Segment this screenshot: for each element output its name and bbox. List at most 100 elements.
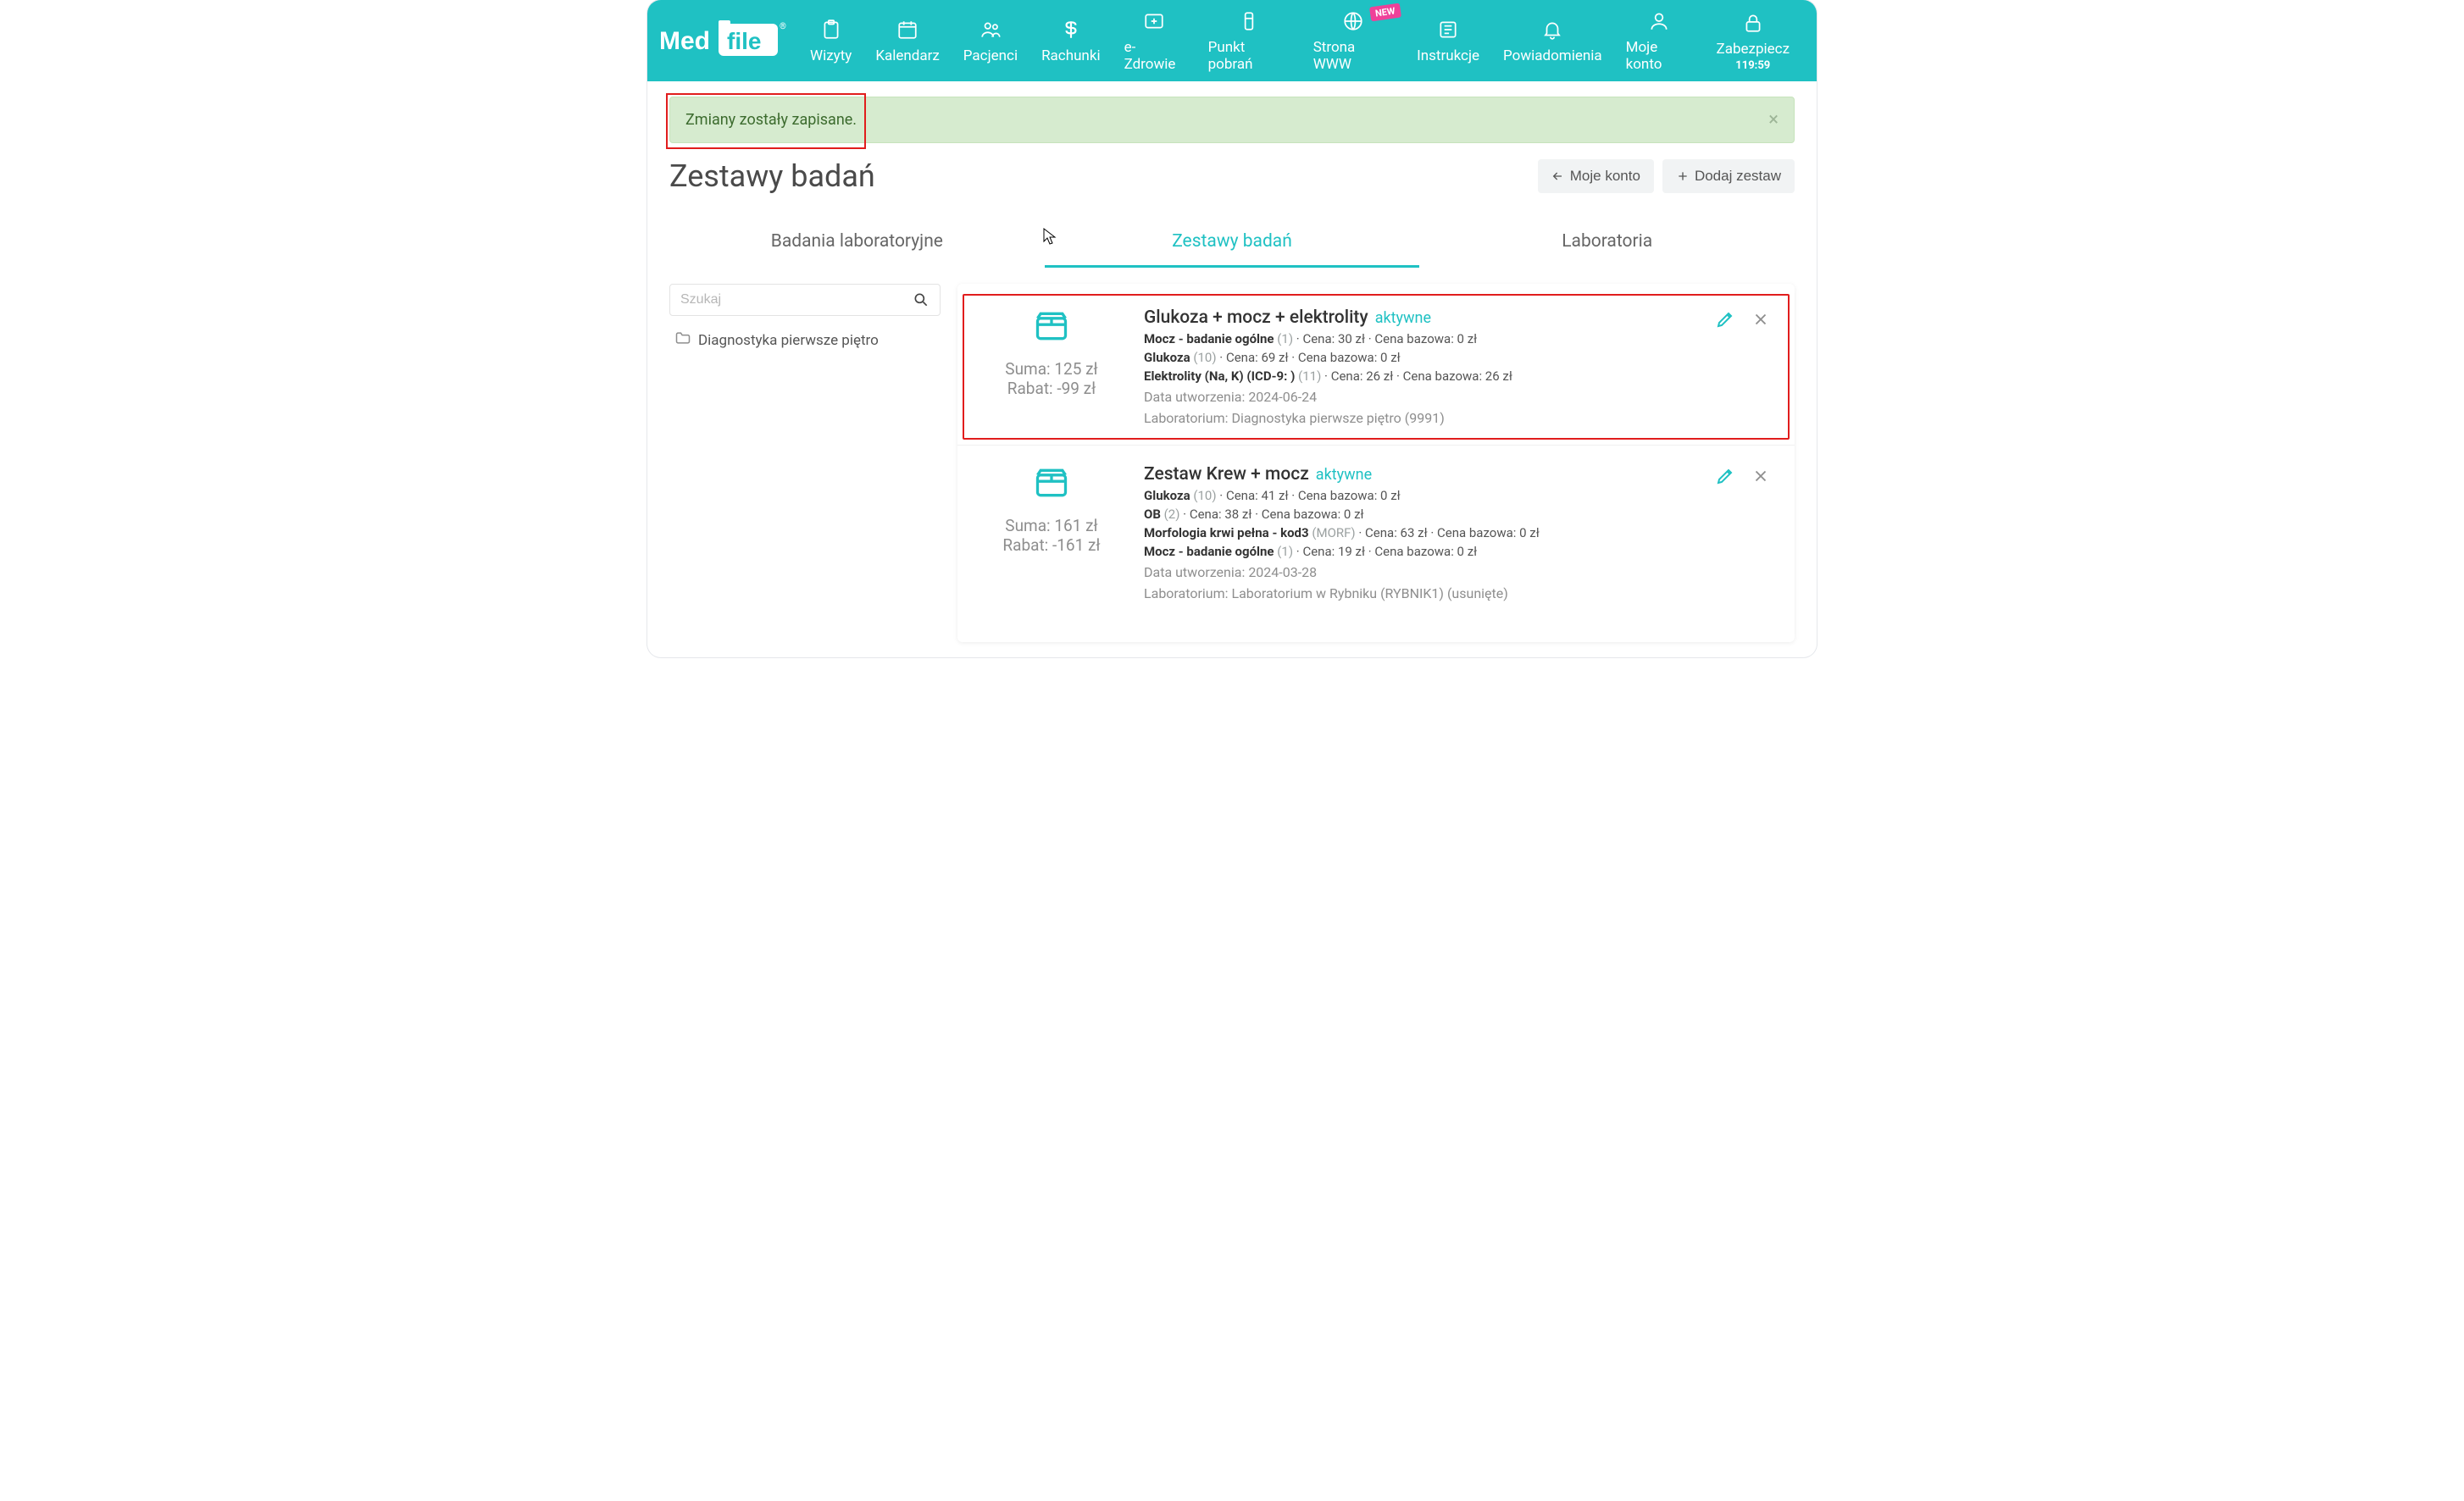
back-button-label: Moje konto bbox=[1570, 168, 1640, 185]
item-base: Cena bazowa: 0 zł bbox=[1262, 507, 1364, 522]
nav-ezdrowie[interactable]: e-Zdrowie bbox=[1113, 0, 1196, 81]
search-input[interactable] bbox=[680, 292, 913, 307]
item-base: Cena bazowa: 0 zł bbox=[1298, 350, 1401, 365]
set-discount: Rabat: -161 zł bbox=[1002, 535, 1100, 555]
item-price: Cena: 41 zł bbox=[1226, 488, 1289, 503]
user-icon bbox=[1646, 8, 1672, 34]
item-name: Elektrolity (Na, K) (ICD-9: ) bbox=[1144, 368, 1295, 384]
lab-value: Laboratorium w Rybniku (RYBNIK1) (usunię… bbox=[1231, 585, 1507, 601]
search-box[interactable] bbox=[669, 284, 941, 316]
tab-badania-laboratoryjne[interactable]: Badania laboratoryjne bbox=[669, 218, 1045, 268]
created-value: 2024-03-28 bbox=[1248, 564, 1317, 580]
set-card: Suma: 161 zł Rabat: -161 zł Zestaw Krew … bbox=[957, 445, 1795, 620]
item-code: (10) bbox=[1193, 350, 1216, 365]
nav-label: Moje konto bbox=[1626, 39, 1693, 73]
nav-label: Kalendarz bbox=[875, 47, 939, 64]
edit-button[interactable] bbox=[1713, 464, 1737, 488]
item-name: OB bbox=[1144, 507, 1161, 522]
tab-zestawy-badan[interactable]: Zestawy badań bbox=[1045, 218, 1420, 268]
delete-button[interactable] bbox=[1749, 464, 1773, 488]
reply-arrow-icon bbox=[1551, 169, 1565, 183]
nav-moje-konto[interactable]: Moje konto bbox=[1614, 0, 1705, 81]
health-card-icon bbox=[1141, 8, 1167, 34]
created-label: Data utworzenia: bbox=[1144, 564, 1245, 580]
close-icon bbox=[1751, 467, 1770, 485]
top-navbar: Med file ® Wizyty Kalendarz bbox=[647, 0, 1817, 81]
item-base: Cena bazowa: 26 zł bbox=[1403, 368, 1512, 384]
nav-strona-www[interactable]: NEW Strona WWW bbox=[1301, 0, 1405, 81]
new-badge: NEW bbox=[1369, 3, 1401, 22]
alert-close-icon[interactable]: × bbox=[1768, 109, 1779, 130]
set-discount: Rabat: -99 zł bbox=[1007, 379, 1096, 398]
logo[interactable]: Med file ® bbox=[654, 0, 798, 81]
item-base: Cena bazowa: 0 zł bbox=[1298, 488, 1401, 503]
item-price: Cena: 30 zł bbox=[1302, 331, 1365, 346]
folder-icon bbox=[674, 330, 691, 351]
item-name: Glukoza bbox=[1144, 350, 1190, 365]
set-title: Glukoza + mocz + elektrolity bbox=[1144, 307, 1368, 328]
item-base: Cena bazowa: 0 zł bbox=[1374, 544, 1477, 559]
nav-rachunki[interactable]: Rachunki bbox=[1029, 0, 1113, 81]
nav-label: Rachunki bbox=[1041, 47, 1101, 64]
plus-icon bbox=[1676, 169, 1690, 183]
item-code: (1) bbox=[1277, 331, 1293, 346]
item-price: Cena: 63 zł bbox=[1365, 525, 1428, 540]
item-price: Cena: 69 zł bbox=[1226, 350, 1289, 365]
lab-label: Laboratorium: bbox=[1144, 410, 1228, 426]
nav-pacjenci[interactable]: Pacjenci bbox=[952, 0, 1029, 81]
item-code: (11) bbox=[1298, 368, 1321, 384]
nav-label: Zabezpiecz bbox=[1717, 41, 1790, 58]
lock-icon bbox=[1740, 10, 1766, 36]
item-price: Cena: 19 zł bbox=[1302, 544, 1365, 559]
nav-zabezpiecz[interactable]: Zabezpiecz 119:59 bbox=[1705, 0, 1801, 81]
created-label: Data utworzenia: bbox=[1144, 389, 1245, 405]
pencil-icon bbox=[1715, 309, 1735, 330]
nav-wizyty[interactable]: Wizyty bbox=[798, 0, 863, 81]
tab-laboratoria[interactable]: Laboratoria bbox=[1419, 218, 1795, 268]
edit-button[interactable] bbox=[1713, 307, 1737, 331]
back-button[interactable]: Moje konto bbox=[1538, 159, 1654, 193]
alert-text: Zmiany zostały zapisane. bbox=[685, 111, 857, 129]
set-sum: Suma: 161 zł bbox=[1005, 516, 1097, 535]
item-code: (1) bbox=[1277, 544, 1293, 559]
item-base: Cena bazowa: 0 zł bbox=[1374, 331, 1477, 346]
globe-icon bbox=[1340, 8, 1366, 34]
nav-label: Wizyty bbox=[810, 47, 852, 64]
nav-instrukcje[interactable]: Instrukcje bbox=[1405, 0, 1491, 81]
calendar-icon bbox=[895, 17, 920, 42]
nav-label: Pacjenci bbox=[963, 47, 1018, 64]
set-sum: Suma: 125 zł bbox=[1005, 359, 1097, 379]
item-name: Morfologia krwi pełna - kod3 bbox=[1144, 525, 1309, 540]
page-title: Zestawy badań bbox=[669, 158, 875, 194]
success-alert: Zmiany zostały zapisane. × bbox=[669, 97, 1795, 143]
item-code: (10) bbox=[1193, 488, 1216, 503]
item-name: Mocz - badanie ogólne bbox=[1144, 331, 1274, 346]
set-title: Zestaw Krew + mocz bbox=[1144, 464, 1309, 485]
users-icon bbox=[978, 17, 1003, 42]
nav-kalendarz[interactable]: Kalendarz bbox=[863, 0, 951, 81]
vial-icon bbox=[1236, 8, 1262, 34]
item-name: Glukoza bbox=[1144, 488, 1190, 503]
delete-button[interactable] bbox=[1749, 307, 1773, 331]
nav-powiadomienia[interactable]: Powiadomienia bbox=[1491, 0, 1614, 81]
folder-label: Diagnostyka pierwsze piętro bbox=[698, 332, 879, 349]
search-icon[interactable] bbox=[913, 291, 930, 308]
nav-label: Powiadomienia bbox=[1503, 47, 1602, 64]
add-button-label: Dodaj zestaw bbox=[1695, 168, 1781, 185]
bell-icon bbox=[1540, 17, 1565, 42]
folder-item[interactable]: Diagnostyka pierwsze piętro bbox=[669, 316, 941, 364]
nav-punkt-pobran[interactable]: Punkt pobrań bbox=[1196, 0, 1301, 81]
close-icon bbox=[1751, 310, 1770, 329]
lab-label: Laboratorium: bbox=[1144, 585, 1228, 601]
lock-timer: 119:59 bbox=[1735, 59, 1770, 72]
svg-text:file: file bbox=[727, 28, 761, 54]
set-status: aktywne bbox=[1316, 466, 1372, 484]
svg-text:Med: Med bbox=[659, 27, 710, 55]
dollar-icon bbox=[1058, 17, 1084, 42]
clipboard-icon bbox=[819, 17, 844, 42]
add-set-button[interactable]: Dodaj zestaw bbox=[1662, 159, 1795, 193]
tabs: Badania laboratoryjne Zestawy badań Labo… bbox=[669, 218, 1795, 269]
svg-text:®: ® bbox=[780, 21, 786, 31]
package-icon bbox=[1033, 307, 1070, 349]
item-price: Cena: 26 zł bbox=[1331, 368, 1394, 384]
